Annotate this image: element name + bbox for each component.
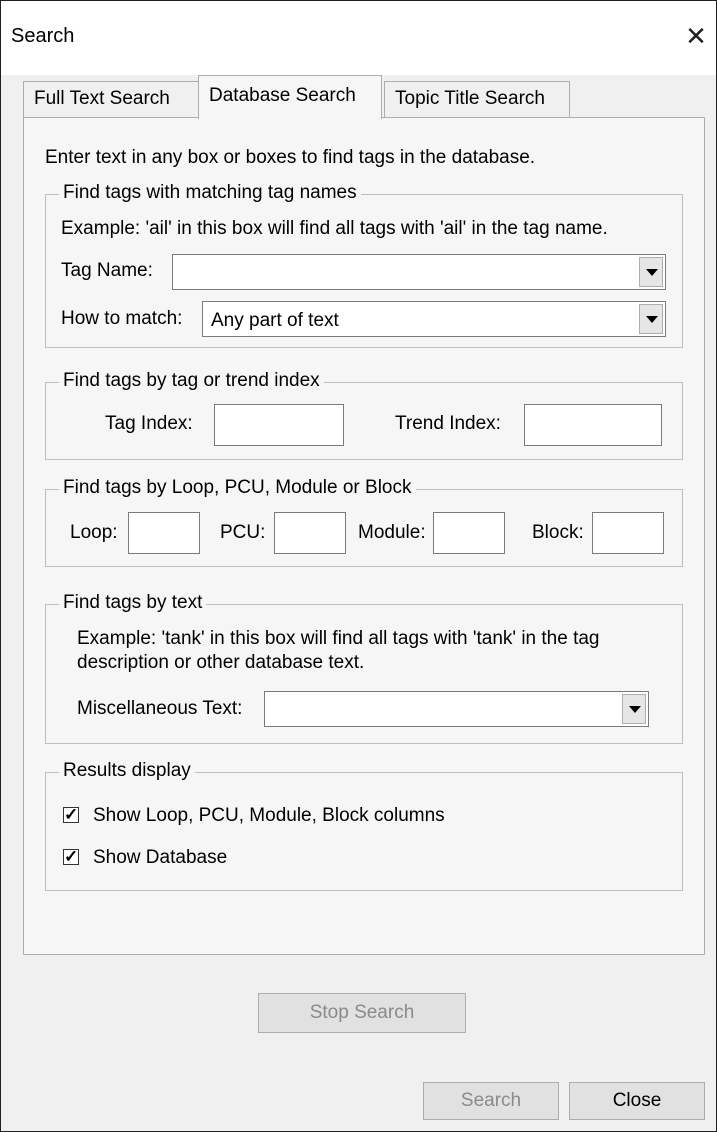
trend-index-label: Trend Index: [395,413,501,434]
show-database-checkbox[interactable]: ✓ [63,847,79,866]
block-input[interactable] [592,512,664,554]
group-text-legend: Find tags by text [59,592,207,614]
misc-text-label: Miscellaneous Text: [77,698,243,719]
stop-search-button[interactable]: Stop Search [258,993,466,1033]
tag-names-example: Example: 'ail' in this box will find all… [61,218,608,239]
misc-text-combo[interactable] [264,691,649,727]
tag-index-input[interactable] [214,404,344,446]
how-to-match-select[interactable]: Any part of text [202,301,666,337]
group-index-legend: Find tags by tag or trend index [59,370,324,392]
chevron-down-icon[interactable] [639,304,663,334]
tab-label: Full Text Search [34,88,170,109]
group-results-legend: Results display [59,760,195,782]
loop-label: Loop: [70,522,118,543]
pcu-label: PCU: [220,522,266,543]
group-loop-pcu-legend: Find tags by Loop, PCU, Module or Block [59,477,416,499]
trend-index-input[interactable] [524,404,662,446]
block-label: Block: [532,522,584,543]
show-columns-checkbox[interactable]: ✓ [63,805,79,824]
tab-topic-title-search[interactable]: Topic Title Search [384,81,570,117]
intro-text: Enter text in any box or boxes to find t… [45,147,536,168]
title-bar: Search ✕ [1,1,716,75]
chevron-down-icon[interactable] [622,694,646,724]
tab-database-search[interactable]: Database Search [198,75,382,119]
loop-input[interactable] [128,512,200,554]
checkmark-icon: ✓ [64,847,79,866]
checkmark-icon: ✓ [64,805,79,824]
close-icon[interactable]: ✕ [681,21,711,51]
tag-name-combo[interactable] [172,254,666,290]
text-example-line2: description or other database text. [77,652,365,673]
tag-name-label: Tag Name: [61,260,153,281]
pcu-input[interactable] [274,512,346,554]
close-button[interactable]: Close [569,1082,705,1120]
module-label: Module: [358,522,426,543]
chevron-down-icon[interactable] [639,257,663,287]
how-to-match-value: Any part of text [211,310,339,331]
text-example-line1: Example: 'tank' in this box will find al… [77,628,600,649]
show-database-label: Show Database [93,847,228,868]
search-dialog: Search ✕ Full Text Search Database Searc… [0,0,717,1132]
window-title: Search [11,25,75,47]
show-columns-label: Show Loop, PCU, Module, Block columns [93,805,445,826]
tab-label: Topic Title Search [395,88,545,109]
tab-label: Database Search [209,85,356,106]
search-button[interactable]: Search [423,1082,559,1120]
group-tag-names-legend: Find tags with matching tag names [59,182,361,204]
tab-full-text-search[interactable]: Full Text Search [23,81,199,117]
group-results-display [45,772,683,891]
how-to-match-label: How to match: [61,308,183,329]
module-input[interactable] [433,512,505,554]
tag-index-label: Tag Index: [105,413,193,434]
